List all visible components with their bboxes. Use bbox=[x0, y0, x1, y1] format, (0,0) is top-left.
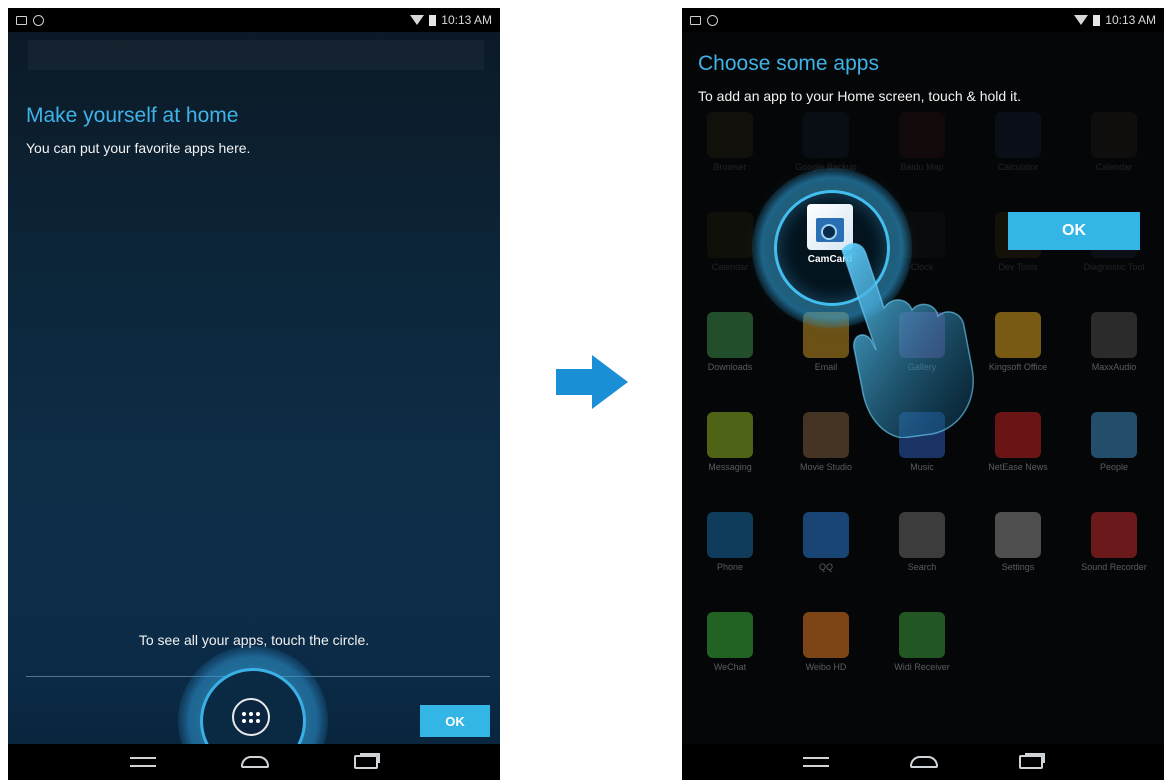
app-label: Browser bbox=[713, 162, 747, 172]
app-label: Movie Studio bbox=[799, 462, 853, 472]
app-icon-calendar[interactable]: Calendar bbox=[1066, 112, 1162, 173]
app-icon bbox=[707, 212, 753, 258]
recent-apps-icon[interactable] bbox=[353, 755, 378, 769]
app-label: Sound Recorder bbox=[1081, 562, 1147, 572]
notification-icon bbox=[33, 14, 44, 26]
app-icon bbox=[1091, 112, 1137, 158]
home-icon[interactable] bbox=[240, 756, 269, 768]
app-icon-messaging[interactable]: Messaging bbox=[682, 412, 778, 473]
navigation-bar bbox=[8, 744, 500, 780]
app-icon bbox=[803, 112, 849, 158]
battery-icon bbox=[429, 14, 437, 26]
app-label: Downloads bbox=[707, 362, 753, 372]
app-label: Baidu Map bbox=[900, 162, 944, 172]
app-icon-downloads[interactable]: Downloads bbox=[682, 312, 778, 373]
app-icon-baidu-map[interactable]: Baidu Map bbox=[874, 112, 970, 173]
app-icon-wechat[interactable]: WeChat bbox=[682, 612, 778, 673]
app-label: People bbox=[1099, 462, 1129, 472]
app-icon bbox=[803, 612, 849, 658]
app-icon-search[interactable]: Search bbox=[874, 512, 970, 573]
home-icon[interactable] bbox=[909, 756, 938, 768]
app-icon-qq[interactable]: QQ bbox=[778, 512, 874, 573]
app-label: Widi Receiver bbox=[894, 662, 950, 672]
all-apps-icon bbox=[242, 711, 260, 723]
app-icon-phone[interactable]: Phone bbox=[682, 512, 778, 573]
app-label: Search bbox=[907, 562, 937, 572]
page-title: Make yourself at home bbox=[26, 104, 239, 127]
battery-icon bbox=[1093, 14, 1101, 26]
app-icon bbox=[995, 112, 1041, 158]
app-icon-widi-receiver[interactable]: Widi Receiver bbox=[874, 612, 970, 673]
page-subtitle: To add an app to your Home screen, touch… bbox=[698, 88, 1021, 104]
back-icon[interactable] bbox=[802, 757, 829, 767]
app-label: Music bbox=[910, 462, 934, 472]
app-icon-browser[interactable]: Browser bbox=[682, 112, 778, 173]
navigation-bar bbox=[682, 744, 1164, 780]
tutorial-canvas: 10:13 AM Make yourself at home You can p… bbox=[0, 0, 1164, 780]
app-icon-weibo-hd[interactable]: Weibo HD bbox=[778, 612, 874, 673]
notification-icon bbox=[707, 14, 718, 26]
app-icon bbox=[899, 612, 945, 658]
app-icon bbox=[899, 512, 945, 558]
back-icon[interactable] bbox=[130, 757, 157, 767]
app-icon bbox=[1091, 512, 1137, 558]
arrow-right-icon bbox=[556, 355, 628, 409]
app-icon-maxxaudio[interactable]: MaxxAudio bbox=[1066, 312, 1162, 373]
app-icon bbox=[995, 512, 1041, 558]
all-apps-button[interactable] bbox=[232, 698, 270, 736]
status-time: 10:13 AM bbox=[441, 13, 492, 27]
screenshot-icon bbox=[690, 15, 701, 25]
app-icon bbox=[899, 112, 945, 158]
app-icon-settings[interactable]: Settings bbox=[970, 512, 1066, 573]
ok-button[interactable]: OK bbox=[420, 705, 490, 737]
app-label: Settings bbox=[1001, 562, 1035, 572]
app-drawer-tutorial: 10:13 AM Choose some apps To add an app … bbox=[682, 8, 1164, 780]
app-icon-sound-recorder[interactable]: Sound Recorder bbox=[1066, 512, 1162, 573]
pointing-hand-icon bbox=[841, 242, 974, 438]
app-icon-people[interactable]: People bbox=[1066, 412, 1162, 473]
status-bar: 10:13 AM bbox=[682, 8, 1164, 32]
search-bar[interactable] bbox=[28, 40, 484, 70]
app-label: WeChat bbox=[713, 662, 747, 672]
home-screen-tutorial: 10:13 AM Make yourself at home You can p… bbox=[8, 8, 500, 780]
status-time: 10:13 AM bbox=[1105, 13, 1156, 27]
app-icon bbox=[707, 112, 753, 158]
app-icon-google-backup[interactable]: Google Backup bbox=[778, 112, 874, 173]
app-label: NetEase News bbox=[988, 462, 1048, 472]
app-icon-calculator[interactable]: Calculator bbox=[970, 112, 1066, 173]
status-bar: 10:13 AM bbox=[8, 8, 500, 32]
app-label: Calculator bbox=[997, 162, 1039, 172]
app-icon bbox=[707, 312, 753, 358]
app-label: Diagnostic Tool bbox=[1083, 262, 1145, 272]
screenshot-icon bbox=[16, 15, 27, 25]
wifi-icon bbox=[1074, 15, 1089, 25]
recent-apps-icon[interactable] bbox=[1019, 755, 1044, 769]
app-label: QQ bbox=[818, 562, 833, 572]
app-icon bbox=[1091, 412, 1137, 458]
ok-button[interactable]: OK bbox=[1008, 212, 1140, 250]
wifi-icon bbox=[410, 15, 425, 25]
page-title: Choose some apps bbox=[698, 52, 879, 75]
app-label: Messaging bbox=[708, 462, 752, 472]
app-icon bbox=[707, 512, 753, 558]
app-icon bbox=[707, 412, 753, 458]
app-icon bbox=[803, 512, 849, 558]
page-subtitle: You can put your favorite apps here. bbox=[26, 140, 251, 156]
app-label: Weibo HD bbox=[805, 662, 847, 672]
app-label: MaxxAudio bbox=[1091, 362, 1137, 372]
app-label: Phone bbox=[716, 562, 744, 572]
app-icon bbox=[1091, 312, 1137, 358]
app-label: Calendar bbox=[1095, 162, 1133, 172]
app-icon bbox=[707, 612, 753, 658]
